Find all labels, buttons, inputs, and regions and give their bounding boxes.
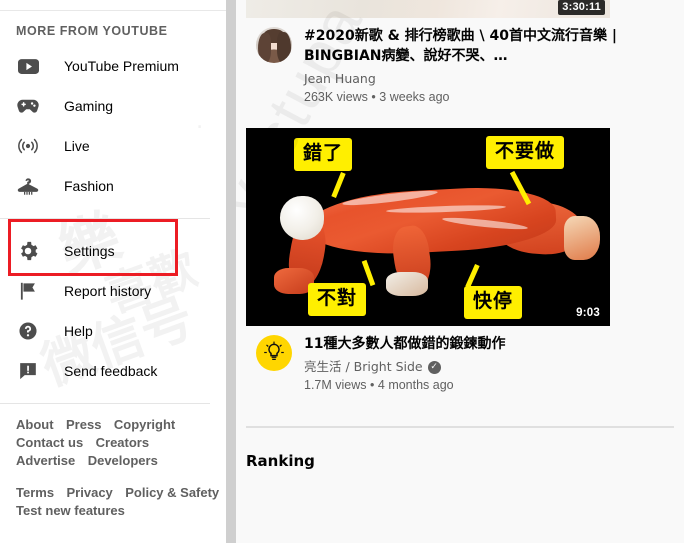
- sidebar-item-label: Send feedback: [64, 363, 158, 379]
- thumbnail-image: 錯了 不要做 不對 快停: [246, 128, 610, 326]
- channel-name: 亮生活 / Bright Side: [304, 359, 423, 374]
- footer-link-creators[interactable]: Creators: [96, 434, 149, 452]
- lightbulb-icon: [264, 341, 284, 360]
- feedback-icon: [16, 359, 40, 383]
- sidebar-item-settings[interactable]: Settings: [0, 231, 226, 271]
- section-divider: [246, 426, 674, 428]
- thumbnail-art: [564, 216, 600, 260]
- video-meta: #2020新歌 & 排行榜歌曲 \ 40首中文流行音樂 | BINGBIAN病變…: [256, 26, 620, 106]
- video-stats: 263K views • 3 weeks ago: [304, 88, 620, 106]
- video-age: 3 weeks ago: [379, 90, 450, 104]
- video-meta: 11種大多數人都做錯的鍛鍊動作 亮生活 / Bright Side ✓ 1.7M…: [256, 334, 620, 394]
- thumbnail-callout-2: 不要做: [486, 136, 565, 169]
- footer-row: Contact us Creators: [16, 434, 218, 452]
- video-age: 4 months ago: [377, 378, 454, 392]
- sidebar-item-fashion[interactable]: Fashion: [0, 166, 226, 206]
- sidebar-item-live[interactable]: Live: [0, 126, 226, 166]
- footer-group-primary: About Press Copyright Contact us Creator…: [16, 416, 218, 470]
- video-stats: 1.7M views • 4 months ago: [304, 376, 620, 394]
- video-card[interactable]: 24念久舍 - 能失也电能允颜 25罪之歌 - 我知道你能知道 49寶歌斯 - …: [246, 0, 617, 106]
- footer-link-advertise[interactable]: Advertise: [16, 452, 75, 470]
- flag-icon: [16, 279, 40, 303]
- callout-pointer: [465, 264, 480, 288]
- stat-separator: •: [370, 378, 375, 392]
- video-thumbnail[interactable]: 24念久舍 - 能失也电能允颜 25罪之歌 - 我知道你能知道 49寶歌斯 - …: [246, 0, 610, 18]
- youtube-page: 樂 喜歡 微信号 MORE FROM YOUTUBE YouTube Premi…: [0, 0, 684, 543]
- footer-row: Terms Privacy Policy & Safety: [16, 484, 219, 502]
- footer-link-test-new-features[interactable]: Test new features: [16, 502, 125, 520]
- video-meta-text: 11種大多數人都做錯的鍛鍊動作 亮生活 / Bright Side ✓ 1.7M…: [304, 334, 620, 394]
- video-duration-badge: 9:03: [576, 307, 600, 319]
- sidebar-item-send-feedback[interactable]: Send feedback: [0, 351, 226, 391]
- youtube-play-icon: [16, 54, 40, 78]
- video-channel[interactable]: 亮生活 / Bright Side ✓: [304, 358, 620, 376]
- verified-badge-icon: ✓: [427, 360, 441, 374]
- footer-group-legal: Terms Privacy Policy & Safety Test new f…: [16, 484, 219, 520]
- thumbnail-art: [280, 196, 324, 240]
- footer-link-terms[interactable]: Terms: [16, 484, 54, 502]
- video-title[interactable]: 11種大多數人都做錯的鍛鍊動作: [304, 334, 620, 354]
- video-card[interactable]: 錯了 不要做 不對 快停 9:03 11種大多數人都做錯的鍛鍊動作 亮生活 / …: [246, 128, 610, 394]
- video-views: 1.7M views: [304, 378, 367, 392]
- hanger-icon: [16, 174, 40, 198]
- stat-separator: •: [371, 90, 376, 104]
- sidebar-item-youtube-premium[interactable]: YouTube Premium: [0, 46, 226, 86]
- thumbnail-callout-4: 快停: [464, 286, 523, 319]
- video-duration-badge: 3:30:11: [558, 0, 605, 15]
- footer-link-policy-safety[interactable]: Policy & Safety: [125, 484, 219, 502]
- channel-name: Jean Huang: [304, 71, 376, 86]
- avatar-art: [258, 33, 271, 63]
- thumbnail-callout-1: 錯了: [294, 138, 353, 171]
- footer-link-about[interactable]: About: [16, 416, 54, 434]
- content-gutter: [226, 0, 236, 543]
- gamepad-icon: [16, 94, 40, 118]
- sidebar-section-title: MORE FROM YOUTUBE: [16, 24, 168, 38]
- thumbnail-art: [386, 272, 428, 296]
- video-thumbnail[interactable]: 錯了 不要做 不對 快停 9:03: [246, 128, 610, 326]
- footer-link-developers[interactable]: Developers: [88, 452, 158, 470]
- sidebar: 樂 喜歡 微信号 MORE FROM YOUTUBE YouTube Premi…: [0, 0, 226, 543]
- sidebar-item-label: Live: [64, 138, 90, 154]
- broadcast-icon: [16, 134, 40, 158]
- sidebar-footer: About Press Copyright Contact us Creator…: [0, 416, 226, 520]
- video-title[interactable]: #2020新歌 & 排行榜歌曲 \ 40首中文流行音樂 | BINGBIAN病變…: [304, 26, 620, 66]
- channel-avatar[interactable]: [256, 27, 292, 63]
- sidebar-item-gaming[interactable]: Gaming: [0, 86, 226, 126]
- sidebar-item-label: Report history: [64, 283, 152, 299]
- sidebar-item-help[interactable]: Help: [0, 311, 226, 351]
- thumbnail-callout-3: 不對: [308, 283, 367, 316]
- footer-link-contact-us[interactable]: Contact us: [16, 434, 83, 452]
- footer-row: About Press Copyright: [16, 416, 218, 434]
- sidebar-item-label: Help: [64, 323, 93, 339]
- footer-link-privacy[interactable]: Privacy: [67, 484, 113, 502]
- video-views: 263K views: [304, 90, 368, 104]
- help-circle-icon: [16, 319, 40, 343]
- recommended-videos-list[interactable]: 24念久舍 - 能失也电能允颜 25罪之歌 - 我知道你能知道 49寶歌斯 - …: [236, 0, 684, 543]
- sidebar-item-label: YouTube Premium: [64, 58, 179, 74]
- gear-icon: [16, 239, 40, 263]
- sidebar-item-label: Gaming: [64, 98, 114, 114]
- channel-avatar[interactable]: [256, 335, 292, 371]
- thumbnail-image: 24念久舍 - 能失也电能允颜 25罪之歌 - 我知道你能知道 49寶歌斯 - …: [246, 0, 610, 18]
- next-section-heading: Ranking: [246, 452, 315, 470]
- video-channel[interactable]: Jean Huang: [304, 70, 620, 88]
- footer-link-press[interactable]: Press: [66, 416, 101, 434]
- footer-row: Test new features: [16, 502, 218, 520]
- sidebar-item-label: Fashion: [64, 178, 114, 194]
- footer-link-copyright[interactable]: Copyright: [114, 416, 175, 434]
- video-meta-text: #2020新歌 & 排行榜歌曲 \ 40首中文流行音樂 | BINGBIAN病變…: [304, 26, 620, 106]
- footer-row: Advertise Developers: [16, 452, 218, 470]
- sidebar-item-report-history[interactable]: Report history: [0, 271, 226, 311]
- sidebar-divider-2: [0, 403, 210, 404]
- avatar-art: [277, 32, 291, 63]
- sidebar-divider-1: [0, 218, 210, 219]
- sidebar-item-label: Settings: [64, 243, 115, 259]
- callout-pointer: [331, 172, 346, 198]
